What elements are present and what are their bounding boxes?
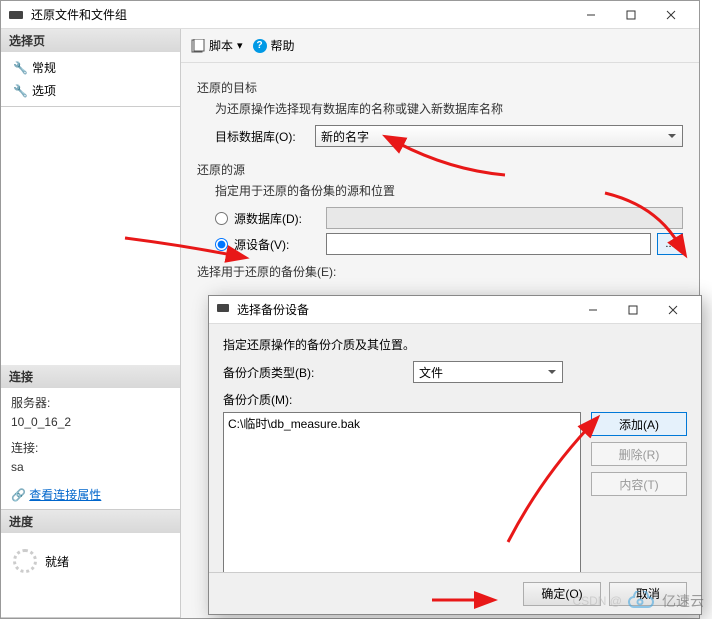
progress-header: 进度: [1, 510, 180, 533]
cloud-icon: [626, 591, 658, 611]
server-value: 10_0_16_2: [1, 413, 180, 431]
script-icon: [191, 39, 205, 53]
add-button[interactable]: 添加(A): [591, 412, 687, 436]
progress-spinner-icon: [13, 549, 37, 573]
script-dropdown-icon[interactable]: ▾: [237, 39, 243, 52]
source-db-radio[interactable]: [215, 212, 228, 225]
inner-close-button[interactable]: [653, 297, 693, 323]
select-backup-device-dialog: 选择备份设备 指定还原操作的备份介质及其位置。 备份介质类型(B): 文件 备份…: [208, 295, 702, 615]
sidebar: 选择页 🔧 常规 🔧 选项 连接 服务器: 10_0_16_: [1, 29, 181, 618]
media-label: 备份介质(M):: [223, 391, 687, 408]
source-device-label: 源设备(V):: [234, 236, 320, 253]
watermark-brand: 亿速云: [662, 591, 704, 611]
sidebar-item-general[interactable]: 🔧 常规: [1, 56, 180, 79]
inner-titlebar: 选择备份设备: [209, 296, 701, 324]
select-page-section: 选择页 🔧 常规 🔧 选项: [1, 29, 180, 107]
connection-section: 连接 服务器: 10_0_16_2 连接: sa 🔗 查看连接属性: [1, 365, 180, 510]
restore-icon: [9, 9, 25, 21]
wrench-icon: 🔧: [13, 84, 28, 98]
source-device-radio[interactable]: [215, 238, 228, 251]
connection-header: 连接: [1, 365, 180, 388]
server-label: 服务器:: [1, 392, 180, 413]
maximize-button[interactable]: [611, 2, 651, 28]
restore-source-section: 还原的源: [197, 161, 683, 178]
link-icon: 🔗: [11, 488, 26, 502]
inner-title: 选择备份设备: [237, 301, 573, 318]
source-db-combo: [326, 207, 683, 229]
media-type-value: 文件: [419, 366, 443, 380]
help-button[interactable]: 帮助: [271, 37, 295, 54]
conn-value: sa: [1, 458, 180, 476]
minimize-button[interactable]: [571, 2, 611, 28]
watermark: CSDN @ 亿速云: [572, 591, 704, 611]
main-titlebar: 还原文件和文件组: [1, 1, 699, 29]
contents-button[interactable]: 内容(T): [591, 472, 687, 496]
select-page-header: 选择页: [1, 29, 180, 52]
browse-device-button[interactable]: ...: [657, 233, 683, 255]
inner-minimize-button[interactable]: [573, 297, 613, 323]
watermark-csdn: CSDN @: [572, 594, 622, 608]
sidebar-item-options[interactable]: 🔧 选项: [1, 79, 180, 102]
window-title: 还原文件和文件组: [31, 6, 571, 23]
close-button[interactable]: [651, 2, 691, 28]
inner-desc: 指定还原操作的备份介质及其位置。: [223, 336, 687, 353]
target-db-value: 新的名字: [321, 130, 369, 144]
script-button[interactable]: 脚本: [209, 37, 233, 54]
source-device-input[interactable]: [326, 233, 651, 255]
target-db-combo[interactable]: 新的名字: [315, 125, 683, 147]
form-area: 还原的目标 为还原操作选择现有数据库的名称或键入新数据库名称 目标数据库(O):…: [181, 63, 699, 300]
progress-status: 就绪: [45, 553, 69, 570]
target-db-label: 目标数据库(O):: [215, 128, 307, 145]
progress-section: 进度 就绪: [1, 510, 180, 618]
restore-target-desc: 为还原操作选择现有数据库的名称或键入新数据库名称: [215, 100, 683, 117]
remove-button[interactable]: 删除(R): [591, 442, 687, 466]
media-type-select[interactable]: 文件: [413, 361, 563, 383]
dialog-icon: [217, 302, 231, 317]
list-item[interactable]: C:\临时\db_measure.bak: [228, 415, 576, 432]
conn-label: 连接:: [1, 437, 180, 458]
help-icon: ?: [253, 39, 267, 53]
inner-body: 指定还原操作的备份介质及其位置。 备份介质类型(B): 文件 备份介质(M): …: [209, 324, 701, 586]
window-controls: [571, 2, 691, 28]
source-db-label: 源数据库(D):: [234, 210, 320, 227]
media-type-label: 备份介质类型(B):: [223, 364, 403, 381]
wrench-icon: 🔧: [13, 61, 28, 75]
media-listbox[interactable]: C:\临时\db_measure.bak: [223, 412, 581, 574]
restore-source-desc: 指定用于还原的备份集的源和位置: [215, 182, 683, 199]
view-connection-props[interactable]: 查看连接属性: [29, 488, 101, 502]
sidebar-item-label: 选项: [32, 82, 56, 99]
restore-target-section: 还原的目标: [197, 79, 683, 96]
inner-maximize-button[interactable]: [613, 297, 653, 323]
toolbar: 脚本 ▾ ? 帮助: [181, 29, 699, 63]
sidebar-item-label: 常规: [32, 59, 56, 76]
backup-sets-label: 选择用于还原的备份集(E):: [197, 263, 683, 280]
